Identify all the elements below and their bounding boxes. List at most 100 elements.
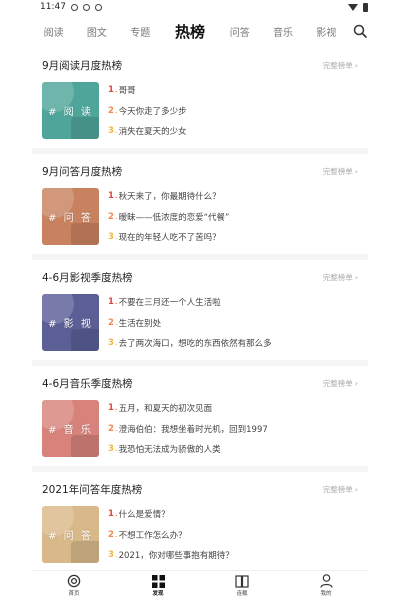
cover-decoration: [71, 435, 99, 457]
card-body: # 问 答 1. 什么是爱情？ 2. 不想工作怎么办？ 3. 2021，你对哪些事抱有期待？: [42, 506, 358, 563]
ranking-item[interactable]: 2. 澄海伯伯：我想坐着时光机，回到1997: [108, 423, 268, 435]
rank-dot: .: [114, 85, 118, 95]
cover-decoration: [71, 117, 99, 139]
ranking-item-title: 我恐怕无法成为骄傲的人类: [118, 445, 221, 455]
rank-dot: .: [114, 232, 118, 242]
home-icon: [67, 574, 81, 588]
rank-number: 1: [108, 509, 114, 519]
rank-number: 3: [108, 126, 114, 136]
notification-icon: [94, 3, 102, 11]
card-header: 9月阅读月度热榜 完整榜单 ›: [42, 58, 358, 72]
hot-list-card: 4-6月影视季度热榜 完整榜单 › # 影 视 1. 不要在三月还一个人生活啦 2. 生活在别…: [32, 260, 368, 360]
bottom-nav-home[interactable]: 首页: [32, 571, 116, 600]
ranking-item-title: 哥哥: [118, 86, 136, 96]
ranking-item[interactable]: 1. 哥哥: [108, 84, 187, 96]
chevron-right-icon: ›: [354, 272, 358, 282]
chevron-right-icon: ›: [354, 484, 358, 494]
rank-dot: .: [114, 509, 118, 519]
hot-list-card: 2021年问答年度热榜 完整榜单 › # 问 答 1. 什么是爱情？ 2. 不想工作怎么办？ 3…: [32, 472, 368, 570]
rank-number: 2: [108, 423, 114, 434]
ranking-item-title: 消失在夏天的少女: [118, 127, 187, 137]
category-cover[interactable]: # 音 乐: [42, 400, 99, 457]
notification-icon: [82, 3, 90, 11]
rank-number: 1: [108, 403, 114, 413]
ranking-item[interactable]: 2. 不想工作怎么办？: [108, 529, 234, 541]
search-button[interactable]: [348, 24, 372, 38]
ranking-item[interactable]: 1. 秋天来了，你最期待什么？: [108, 190, 229, 202]
ranking-item[interactable]: 1. 什么是爱情？: [108, 508, 234, 520]
full-list-label: 完整榜单: [322, 378, 353, 388]
bottom-nav-mine[interactable]: 我的: [284, 571, 368, 600]
bottom-nav: 首页 发现 连载 我的: [32, 570, 368, 600]
card-header: 4-6月音乐季度热榜 完整榜单 ›: [42, 376, 358, 390]
ranking-item[interactable]: 1. 不要在三月还一个人生活啦: [108, 296, 272, 308]
rank-number: 3: [108, 338, 114, 348]
cover-decoration: [71, 329, 99, 351]
card-title: 9月问答月度热榜: [42, 165, 123, 178]
card-body: # 问 答 1. 秋天来了，你最期待什么？ 2. 暧昧——低浓度的恋爱“代餐” 3. 现在的…: [42, 188, 358, 245]
rank-dot: .: [114, 317, 118, 328]
status-left: 11:47: [40, 2, 102, 12]
cover-label: # 音 乐: [48, 425, 93, 436]
rank-dot: .: [114, 529, 118, 540]
rank-number: 1: [108, 85, 114, 95]
ranking-item[interactable]: 3. 2021，你对哪些事抱有期待？: [108, 549, 234, 561]
tab-qa[interactable]: 问答: [218, 24, 261, 39]
ranking-item[interactable]: 2. 暧昧——低浓度的恋爱“代餐”: [108, 211, 229, 223]
rank-dot: .: [114, 211, 118, 222]
hot-list-card: 9月阅读月度热榜 完整榜单 › # 阅 读 1. 哥哥 2. 今天你走了多少步 3. 消失在夏天的…: [32, 48, 368, 148]
rank-number: 2: [108, 317, 114, 328]
tab-topics[interactable]: 专题: [119, 24, 162, 39]
full-list-link[interactable]: 完整榜单 ›: [323, 484, 358, 495]
ranking-item-title: 2021，你对哪些事抱有期待？: [118, 551, 234, 561]
ranking-item-title: 秋天来了，你最期待什么？: [118, 192, 221, 202]
book-icon: [235, 574, 249, 588]
bottom-nav-serial[interactable]: 连载: [200, 571, 284, 600]
full-list-link[interactable]: 完整榜单 ›: [323, 60, 358, 71]
card-body: # 阅 读 1. 哥哥 2. 今天你走了多少步 3. 消失在夏天的少女: [42, 82, 358, 139]
ranking-item-title: 五月，和夏天的初次见面: [118, 404, 213, 414]
full-list-link[interactable]: 完整榜单 ›: [323, 272, 358, 283]
user-icon: [319, 574, 333, 588]
rank-number: 2: [108, 211, 114, 222]
cover-label: # 影 视: [48, 319, 93, 330]
cover-label: # 问 答: [48, 531, 93, 542]
tab-music[interactable]: 音乐: [261, 24, 304, 39]
ranking-item-title: 生活在别处: [118, 318, 162, 329]
ranking-item[interactable]: 3. 去了两次海口，想吃的东西依然有那么多: [108, 337, 272, 349]
full-list-label: 完整榜单: [322, 60, 353, 70]
full-list-link[interactable]: 完整榜单 ›: [323, 166, 358, 177]
category-cover[interactable]: # 问 答: [42, 188, 99, 245]
rank-number: 3: [108, 550, 114, 560]
grid-icon: [151, 574, 165, 588]
tab-film[interactable]: 影视: [305, 24, 348, 39]
bottom-nav-discover[interactable]: 发现: [116, 571, 200, 600]
category-cover[interactable]: # 问 答: [42, 506, 99, 563]
full-list-link[interactable]: 完整榜单 ›: [323, 378, 358, 389]
ranking-item-title: 今天你走了多少步: [118, 106, 187, 117]
cover-label: # 问 答: [48, 213, 93, 224]
category-cover[interactable]: # 影 视: [42, 294, 99, 351]
ranking-item[interactable]: 2. 今天你走了多少步: [108, 105, 187, 117]
ranking-item-title: 去了两次海口，想吃的东西依然有那么多: [118, 339, 272, 349]
card-header: 9月问答月度热榜 完整榜单 ›: [42, 164, 358, 178]
top-nav: 阅读 图文 专题 热榜 问答 音乐 影视: [32, 14, 372, 48]
rank-dot: .: [114, 338, 118, 348]
search-icon: [353, 24, 367, 38]
ranking-item[interactable]: 1. 五月，和夏天的初次见面: [108, 402, 268, 414]
rank-dot: .: [114, 444, 118, 454]
rank-number: 3: [108, 444, 114, 454]
status-time: 11:47: [40, 2, 66, 12]
ranking-item[interactable]: 3. 我恐怕无法成为骄傲的人类: [108, 443, 268, 455]
ranking-item[interactable]: 2. 生活在别处: [108, 317, 272, 329]
ranking-list: 1. 五月，和夏天的初次见面 2. 澄海伯伯：我想坐着时光机，回到1997 3. 我恐怕无…: [108, 400, 268, 457]
ranking-list: 1. 秋天来了，你最期待什么？ 2. 暧昧——低浓度的恋爱“代餐” 3. 现在的年轻人吃不…: [108, 188, 229, 245]
ranking-item[interactable]: 3. 消失在夏天的少女: [108, 125, 187, 137]
tab-graphic[interactable]: 图文: [75, 24, 118, 39]
full-list-label: 完整榜单: [322, 272, 353, 282]
ranking-item[interactable]: 3. 现在的年轻人吃不了苦吗？: [108, 231, 229, 243]
tab-reading[interactable]: 阅读: [32, 24, 75, 39]
hot-list-card: 4-6月音乐季度热榜 完整榜单 › # 音 乐 1. 五月，和夏天的初次见面 2. 澄海伯伯：…: [32, 366, 368, 466]
category-cover[interactable]: # 阅 读: [42, 82, 99, 139]
tab-hot-list[interactable]: 热榜: [162, 21, 218, 42]
